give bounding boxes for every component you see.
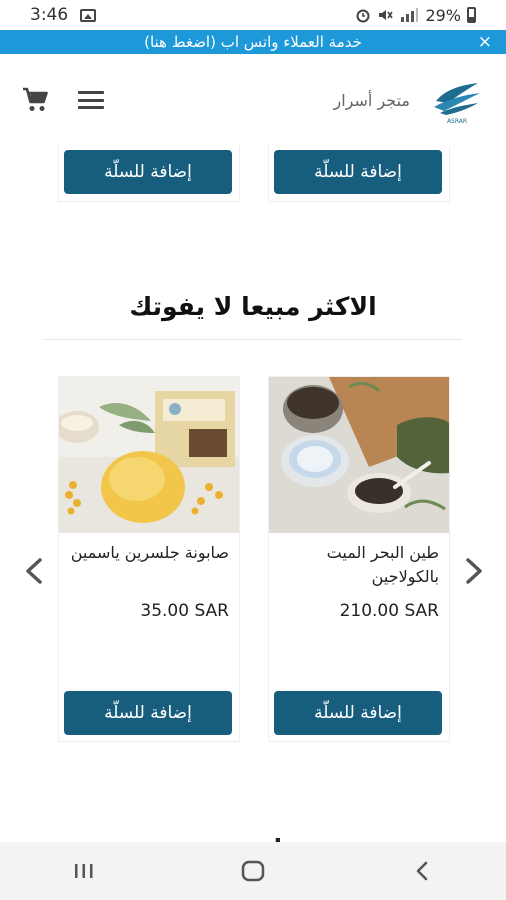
- asrar-logo[interactable]: ASRAR: [430, 75, 484, 125]
- recent-apps-button[interactable]: [64, 851, 104, 891]
- header-actions: [22, 87, 104, 113]
- product-image-dead-sea-mud[interactable]: [269, 377, 449, 533]
- product-name[interactable]: طين البحر الميت بالكولاجين: [279, 541, 439, 589]
- product-name[interactable]: صابونة جلسرين ياسمين: [69, 541, 229, 565]
- back-button[interactable]: [402, 851, 442, 891]
- whatsapp-promo-bar[interactable]: خدمة العملاء واتس اب (اضغط هنا) ×: [0, 30, 506, 54]
- signal-icon: [401, 8, 419, 22]
- site-header: متجر أسرار ASRAR: [0, 54, 506, 146]
- status-left: 3:46: [30, 5, 97, 25]
- add-to-cart-button[interactable]: إضافة للسلّة: [64, 691, 232, 735]
- product-card-partial: إضافة للسلّة: [58, 146, 240, 202]
- home-button[interactable]: [233, 851, 273, 891]
- promo-text[interactable]: خدمة العملاء واتس اب (اضغط هنا): [144, 33, 362, 51]
- battery-percent: 29%: [425, 5, 461, 25]
- header-brand[interactable]: متجر أسرار ASRAR: [334, 75, 485, 125]
- product-price: 210.00 SAR: [339, 601, 439, 621]
- mute-icon: [379, 10, 394, 20]
- product-card-dead-sea-mud[interactable]: طين البحر الميت بالكولاجين 210.00 SAR إض…: [268, 376, 450, 742]
- store-name[interactable]: متجر أسرار: [334, 91, 411, 110]
- product-card-partial: إضافة للسلّة: [268, 146, 450, 202]
- menu-icon[interactable]: [78, 91, 104, 109]
- product-price: 35.00 SAR: [140, 601, 229, 621]
- logo-text: ASRAR: [447, 118, 467, 125]
- product-image-glycerin-soap[interactable]: [59, 377, 239, 533]
- image-icon: [80, 8, 97, 22]
- add-to-cart-button[interactable]: إضافة للسلّة: [274, 150, 442, 194]
- back-icon: [416, 861, 427, 881]
- cart-icon[interactable]: [22, 87, 50, 113]
- carousel-next-icon[interactable]: [462, 557, 486, 585]
- add-to-cart-button[interactable]: إضافة للسلّة: [64, 150, 232, 194]
- status-time: 3:46: [30, 5, 69, 25]
- status-right: 29%: [355, 6, 476, 25]
- close-icon[interactable]: ×: [478, 32, 492, 52]
- recent-apps-icon: [75, 864, 93, 878]
- section-divider: [44, 339, 462, 340]
- best-sellers-title: الاكثر مبيعا لا يفوتك: [129, 292, 377, 321]
- alarm-icon: [356, 9, 370, 23]
- add-to-cart-button[interactable]: إضافة للسلّة: [274, 691, 442, 735]
- home-icon: [241, 860, 265, 882]
- product-card-glycerin-soap[interactable]: صابونة جلسرين ياسمين 35.00 SAR إضافة للس…: [58, 376, 240, 742]
- status-bar: 3:46 29%: [0, 0, 506, 30]
- battery-icon: [467, 7, 476, 23]
- system-nav-bar: [0, 842, 506, 900]
- top-products-row: إضافة للسلّة إضافة للسلّة: [0, 146, 506, 206]
- carousel-prev-icon[interactable]: [22, 557, 46, 585]
